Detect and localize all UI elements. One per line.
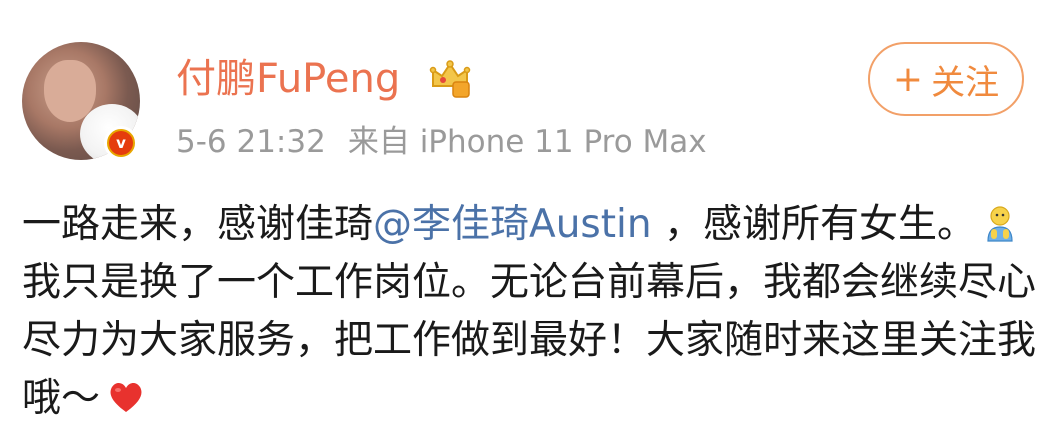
follow-button[interactable]: + 关注	[868, 42, 1024, 116]
verified-badge-letter: v	[109, 131, 133, 155]
crown-level-icon	[429, 60, 471, 98]
verified-v-icon: v	[104, 126, 138, 160]
content-part-2: ，感谢所有女生。	[651, 202, 976, 247]
heart-emoji-icon	[110, 382, 142, 412]
content-part-3: 我只是换了一个工作岗位。无论台前幕后，我都会继续尽心尽力为大家服务，把工作做到最…	[22, 260, 1037, 421]
content-part-1: 一路走来，感谢佳琦	[22, 202, 374, 247]
username[interactable]: 付鹏FuPeng	[176, 54, 400, 104]
plus-icon: +	[892, 58, 924, 100]
post-content: 一路走来，感谢佳琦@李佳琦Austin ，感谢所有女生。 我只是换了一个工作岗位…	[22, 196, 1042, 428]
post-meta: 5-6 21:32 来自 iPhone 11 Pro Max	[176, 122, 707, 162]
follow-label: 关注	[931, 62, 1000, 103]
source-device: iPhone 11 Pro Max	[419, 124, 707, 160]
person-emoji-icon	[987, 206, 1013, 242]
post-time: 5-6 21:32	[176, 124, 326, 160]
source-prefix: 来自	[347, 124, 410, 160]
mention-link[interactable]: @李佳琦Austin	[373, 202, 652, 247]
